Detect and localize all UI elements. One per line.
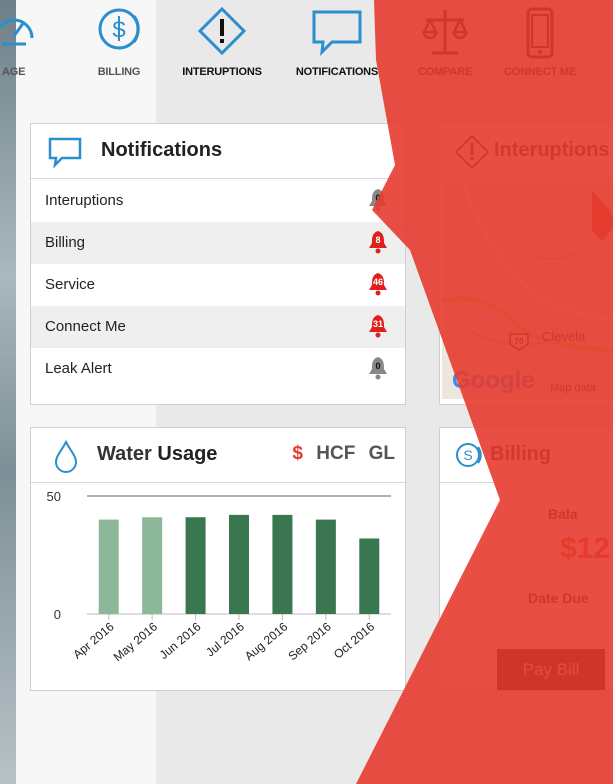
water-usage-title-part1: Water — [97, 443, 152, 465]
interruptions-card-header: Interuptions — [440, 124, 613, 179]
route-shield-icon: 70 — [509, 333, 529, 351]
notification-label: Interuptions — [45, 192, 124, 209]
nav-item-usage[interactable]: AGE — [0, 0, 45, 90]
y-tick-label: 50 — [47, 489, 61, 504]
bell-icon: 46 — [367, 272, 389, 296]
notifications-title: Notifications — [101, 139, 223, 161]
notification-count: 46 — [372, 277, 383, 287]
notification-row-leak-alert[interactable]: Leak Alert 0 — [31, 348, 405, 390]
nav-item-billing[interactable]: S BILLING — [78, 0, 160, 90]
water-drop-icon — [54, 440, 78, 473]
unit-hcf-toggle[interactable]: HCF — [316, 443, 355, 464]
bell-icon: 0 — [367, 356, 389, 380]
notification-row-billing[interactable]: Billing 8 — [31, 222, 405, 264]
notification-count: 8 — [375, 235, 381, 245]
x-tick-label: Jun 2016 — [157, 619, 204, 662]
top-nav: AGE S BILLING INTERUPTIONS NOTIFICATIONS — [0, 0, 613, 90]
map-attribution[interactable]: Map data — [550, 382, 596, 394]
balance-amount: $12 — [560, 532, 611, 565]
nav-item-connect-me[interactable]: CONNECT ME — [495, 0, 585, 90]
notification-label: Connect Me — [45, 318, 126, 335]
nav-label-compare: COMPARE — [417, 66, 472, 78]
alert-diamond-icon — [197, 6, 247, 56]
map-brand: Google — [452, 367, 535, 394]
notifications-card: Notifications Interuptions 0 Billing 8 S… — [30, 123, 406, 405]
balance-scale-icon — [421, 10, 469, 55]
map-city-label: Clevela — [542, 329, 586, 344]
y-tick-label: 0 — [54, 607, 61, 622]
nav-label-billing: BILLING — [97, 66, 141, 78]
bar — [229, 514, 249, 614]
mobile-phone-icon — [526, 7, 554, 59]
chat-bubble-icon — [312, 10, 362, 56]
nav-item-interruptions[interactable]: INTERUPTIONS — [172, 0, 272, 90]
dollar-circle-icon: S — [456, 443, 482, 467]
bar — [272, 514, 293, 614]
interruptions-card: Interuptions 70 Clevela Google Map data — [439, 123, 613, 405]
notifications-card-header: Notifications — [31, 124, 405, 179]
bar — [315, 519, 336, 614]
nav-label-notifications: NOTIFICATIONS — [295, 66, 379, 78]
bell-icon: 8 — [367, 230, 389, 254]
unit-gl-toggle[interactable]: GL — [369, 443, 395, 464]
bar — [185, 517, 206, 614]
bell-icon: 0 — [367, 188, 389, 212]
billing-title: Billing — [490, 443, 552, 465]
nav-item-notifications[interactable]: NOTIFICATIONS — [282, 0, 392, 90]
notification-label: Leak Alert — [45, 360, 112, 377]
notification-label: Billing — [45, 234, 86, 251]
water-usage-title: Water Usage — [97, 443, 217, 466]
x-tick-label: Sep 2016 — [285, 619, 334, 663]
billing-card: S Billing Bala $12 Date Due Pay Bill — [439, 427, 613, 691]
nav-label-interruptions: INTERUPTIONS — [182, 66, 262, 78]
dollar-circle-icon: S — [98, 8, 140, 50]
alert-diamond-icon — [454, 134, 490, 170]
nav-label-usage: AGE — [2, 66, 26, 78]
notification-row-service[interactable]: Service 46 — [31, 264, 405, 306]
pay-bill-button[interactable]: Pay Bill — [497, 649, 605, 690]
gauge-icon — [0, 18, 34, 46]
x-tick-label: Aug 2016 — [242, 619, 291, 663]
balance-label: Bala — [548, 506, 578, 522]
bar — [142, 517, 163, 614]
water-usage-chart: 0 50 Apr 2016May 2016Jun 2016 Jul 2016Aug 2… — [47, 489, 391, 664]
water-usage-title-part2: Usage — [157, 443, 218, 465]
map-brand-logo: Google — [452, 367, 535, 395]
notification-label: Service — [45, 276, 96, 293]
x-tick-label: Apr 2016 — [70, 619, 117, 661]
bar — [98, 519, 119, 614]
bell-icon: 31 — [367, 314, 389, 338]
nav-item-compare[interactable]: COMPARE — [400, 0, 490, 90]
notification-count: 31 — [372, 319, 383, 329]
bar — [359, 538, 380, 614]
x-tick-label: Oct 2016 — [331, 619, 378, 661]
route-shield-number: 70 — [515, 337, 524, 346]
x-tick-label: Jul 2016 — [203, 619, 247, 659]
unit-dollar-toggle[interactable]: $ — [292, 443, 303, 464]
background-photo — [0, 0, 16, 784]
notification-count: 0 — [375, 361, 381, 371]
billing-card-header: S Billing — [440, 428, 613, 483]
water-usage-card: Water Usage $ HCF GL 0 50 Apr 2016 May 2016… — [30, 427, 406, 691]
notification-count: 0 — [375, 193, 381, 203]
date-due-label: Date Due — [528, 590, 589, 606]
unit-toggle-group: $ HCF GL — [284, 443, 395, 465]
water-usage-card-header: Water Usage $ HCF GL — [31, 428, 405, 483]
nav-label-connect-me: CONNECT ME — [504, 66, 576, 78]
svg-text:S: S — [463, 447, 472, 463]
x-tick-label: May 2016 — [111, 619, 161, 664]
chat-bubble-icon — [48, 137, 82, 168]
notification-row-connect-me[interactable]: Connect Me 31 — [31, 306, 405, 348]
interruptions-title: Interuptions — [494, 139, 610, 161]
notification-row-interruptions[interactable]: Interuptions 0 — [31, 180, 405, 222]
